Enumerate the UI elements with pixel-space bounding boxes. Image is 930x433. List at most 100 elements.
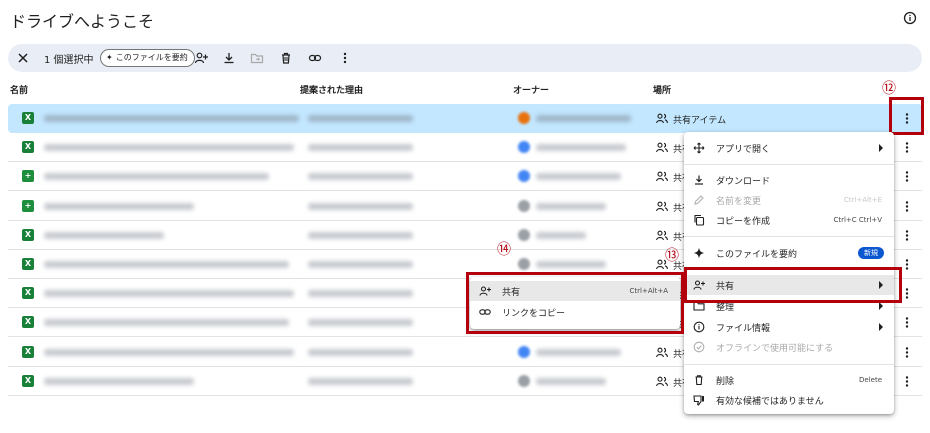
avatar [518,258,530,270]
owner-redacted [536,115,631,122]
people-icon [656,347,668,357]
move-to-folder-icon[interactable] [250,51,264,65]
menu-item-offline[interactable]: オフラインで使用可能にする [684,337,894,357]
sheets-file-icon: + [22,170,34,183]
file-name-redacted [44,348,294,356]
link-icon[interactable] [308,51,322,65]
menu-item-download[interactable]: ダウンロード [684,170,894,190]
menu-divider [684,236,894,237]
menu-label-offline: オフラインで使用可能にする [716,344,834,354]
callout-number-13: ⑬ [665,248,679,264]
file-name-redacted [44,231,164,239]
file-name-redacted [44,290,294,298]
more-actions-icon[interactable] [901,141,913,154]
excel-file-icon: X [22,345,34,358]
column-header-location: 場所 [653,86,672,96]
more-actions-icon[interactable] [901,316,913,329]
chevron-right-icon [879,323,883,331]
menu-label-not-helpful: 有効な候補ではありません [716,397,824,407]
more-actions-icon[interactable] [901,229,913,242]
chevron-right-icon [879,302,883,310]
reason-redacted [308,290,413,298]
reason-redacted [308,348,413,356]
more-actions-icon[interactable] [901,375,913,388]
location-text: 共有アイテム [673,116,727,126]
reason-redacted [308,202,413,210]
column-header-name[interactable]: 名前 [10,83,28,96]
people-icon [656,376,668,386]
avatar [518,141,530,154]
owner-redacted [536,348,621,356]
file-name-redacted [44,261,289,268]
menu-item-delete[interactable]: 削除 Delete [684,370,894,390]
menu-item-file-info[interactable]: ファイル情報 [684,317,894,337]
people-icon [656,230,668,240]
people-icon [656,142,668,153]
table-row[interactable]: X 共有アイテム [8,104,922,133]
callout-box-more-actions [889,97,924,135]
sparkle-icon: ✦ [106,53,113,62]
reason-redacted [308,319,413,327]
file-name-redacted [44,144,294,152]
more-actions-icon[interactable] [901,258,913,271]
menu-item-rename[interactable]: 名前を変更 Ctrl+Alt+E [684,190,894,210]
info-icon[interactable] [903,11,917,25]
callout-number-12: ⑫ [882,81,896,97]
owner-redacted [536,202,606,210]
more-actions-icon[interactable] [901,200,913,213]
copy-icon [694,214,705,226]
excel-file-icon: X [22,374,34,387]
more-actions-icon[interactable] [901,287,913,300]
reason-redacted [308,173,413,181]
file-name-redacted [44,377,194,385]
reason-redacted [308,115,413,122]
callout-box-share-submenu [466,272,684,334]
menu-item-make-copy[interactable]: コピーを作成 Ctrl+C Ctrl+V [684,210,894,230]
file-name-redacted [44,173,269,181]
avatar [518,112,530,124]
menu-item-open-with[interactable]: アプリで開く [684,138,894,158]
menu-shortcut-rename: Ctrl+Alt+E [843,196,882,204]
avatar [518,228,530,241]
excel-file-icon: X [22,141,34,154]
close-icon[interactable] [16,51,30,65]
menu-label-open-with: アプリで開く [716,145,771,155]
selection-toolbar: 1 個選択中 ✦ このファイルを要約 [8,44,922,72]
people-icon [656,201,668,211]
trash-icon[interactable] [279,51,293,65]
download-icon [695,175,703,185]
menu-label-summarize: このファイルを要約 [716,250,798,260]
owner-redacted [536,231,586,239]
thumbs-down-icon [693,395,704,406]
column-header-owner: オーナー [513,86,550,96]
more-vert-icon[interactable] [338,51,352,65]
menu-label-file-info: ファイル情報 [716,324,771,334]
download-icon[interactable] [222,51,236,65]
menu-shortcut-delete: Delete [859,376,882,384]
excel-file-icon: X [22,316,34,329]
avatar [518,170,530,183]
page-title: ドライブへようこそ [10,12,155,31]
more-actions-icon[interactable] [901,170,913,183]
reason-redacted [308,261,413,268]
trash-icon [695,375,703,386]
excel-file-icon: X [22,258,34,270]
owner-redacted [536,173,621,181]
menu-label-delete: 削除 [716,377,735,387]
avatar [518,199,530,212]
excel-file-icon: X [22,112,34,124]
sparkle-icon [693,247,705,259]
menu-item-summarize[interactable]: このファイルを要約 新規 [684,243,894,263]
menu-label-download: ダウンロード [716,177,771,187]
summarize-file-label: このファイルを要約 [115,53,188,62]
selection-count: 1 個選択中 [44,55,94,66]
menu-shortcut-make-copy: Ctrl+C Ctrl+V [833,216,882,224]
summarize-file-button[interactable]: ✦ このファイルを要約 [100,49,195,67]
offline-check-icon [693,341,705,353]
more-actions-icon[interactable] [901,346,913,359]
excel-file-icon: X [22,228,34,241]
share-person-add-icon[interactable] [194,51,208,65]
people-icon [656,172,668,182]
menu-item-not-helpful[interactable]: 有効な候補ではありません [684,390,894,410]
excel-file-icon: X [22,287,34,300]
